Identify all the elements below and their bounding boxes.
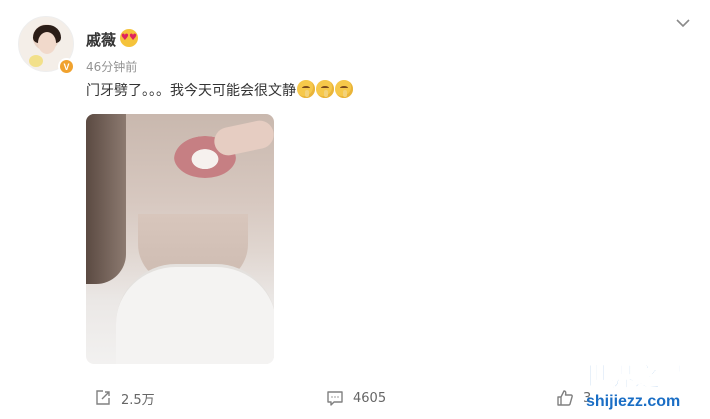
- username[interactable]: 戚薇: [86, 29, 116, 50]
- repost-button[interactable]: 2.5万: [94, 388, 155, 408]
- photo-hair: [86, 114, 126, 284]
- avatar-face: [38, 32, 56, 54]
- post-text-content: 门牙劈了。。。我今天可能会很文静: [86, 83, 296, 99]
- avatar-flower: [29, 55, 43, 67]
- comment-count: 4605: [353, 390, 387, 406]
- shushing-face-emoji-icon: [316, 80, 334, 98]
- photo-shirt: [116, 264, 274, 364]
- photo-finger: [211, 118, 274, 158]
- comment-icon: [327, 391, 343, 406]
- watermark-title: 世界之最: [583, 363, 685, 394]
- chevron-down-icon[interactable]: [675, 16, 691, 30]
- shushing-face-emoji-icon: [335, 80, 353, 98]
- watermark-url: shijiezz.com: [586, 393, 681, 410]
- thumbs-up-icon: [557, 390, 573, 406]
- post-text: 门牙劈了。。。我今天可能会很文静: [86, 80, 353, 100]
- watermark-logo: 世界之最 shijiezz.com: [583, 357, 704, 415]
- shushing-face-emoji-icon: [297, 80, 315, 98]
- post-photo[interactable]: [86, 114, 274, 364]
- repost-count: 2.5万: [121, 392, 155, 408]
- comment-button[interactable]: 4605: [326, 388, 386, 408]
- verified-badge-icon: V: [58, 58, 75, 75]
- heart-eyes-emoji-icon: ♥♥: [120, 29, 138, 47]
- repost-icon: [96, 390, 110, 405]
- post-timestamp[interactable]: 46分钟前: [86, 58, 137, 75]
